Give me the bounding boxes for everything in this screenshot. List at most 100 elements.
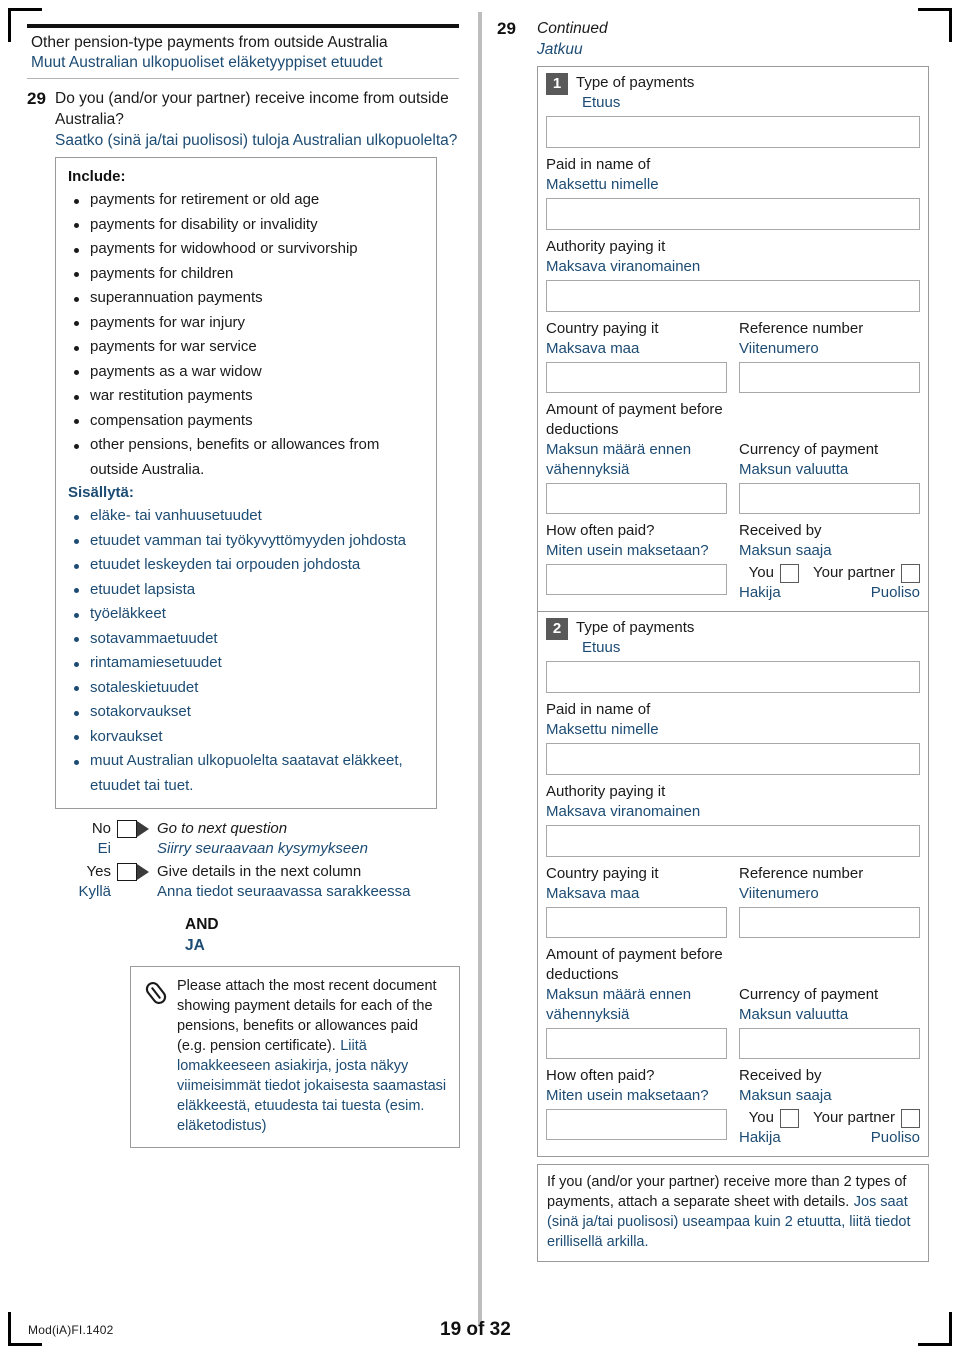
authority-paying-label-fi: Maksava viranomainen (546, 803, 701, 820)
your-partner-label-fi: Puoliso (870, 1129, 920, 1146)
paid-in-name-of-label-en: Paid in name of (546, 156, 651, 173)
list-item: sotakorvaukset (68, 700, 424, 725)
authority-paying-input-1[interactable] (546, 280, 920, 312)
you-label-en: You (748, 564, 774, 581)
left-column: Other pension-type payments from outside… (27, 24, 460, 1148)
received-by-label-fi: Maksun saaja (739, 1087, 832, 1104)
crop-mark-bottom-right (918, 1312, 952, 1346)
form-code: Mod(iA)FI.1402 (28, 1323, 114, 1337)
your-partner-checkbox-1[interactable] (901, 563, 920, 583)
include-title-fi: Sisällytä: (68, 484, 134, 501)
you-label-fi: Hakija (739, 584, 781, 601)
and-connector: AND JA (185, 914, 445, 956)
reference-number-label-en: Reference number (739, 865, 864, 882)
amount-label-en-line2: deductions (546, 966, 619, 983)
payment-block-2: 2 Type of payments Etuus Paid in name of… (537, 612, 929, 1157)
heading-rule-bottom (27, 78, 459, 79)
paid-in-name-of-label-fi: Maksettu nimelle (546, 721, 659, 738)
currency-label-en: Currency of payment (739, 441, 879, 458)
type-of-payments-input-2[interactable] (546, 661, 920, 693)
answer-action-no-en: Go to next question (157, 820, 288, 837)
type-of-payments-label-en: Type of payments (576, 619, 695, 636)
your-partner-label-fi: Puoliso (870, 584, 920, 601)
include-list-box: Include: payments for retirement or old … (55, 157, 437, 809)
list-item: other pensions, benefits or allowances f… (68, 433, 424, 482)
type-of-payments-label-fi: Etuus (582, 639, 621, 656)
your-partner-label-en: Your partner (812, 564, 895, 581)
section-heading-fi: Muut Australian ulkopuoliset eläketyyppi… (31, 54, 383, 71)
answer-label-yes-en: Yes (86, 863, 111, 880)
paid-in-name-of-input-2[interactable] (546, 743, 920, 775)
list-item: rintamamiesetuudet (68, 651, 424, 676)
continued-number: 29 (497, 19, 516, 38)
answer-options: No Ei Go to next question Siirry seuraav… (55, 819, 445, 956)
received-by-group-1: Received by Maksun saaja You Your partne… (739, 521, 920, 603)
block-number-badge: 2 (546, 618, 568, 640)
continued-label-fi: Jatkuu (537, 41, 583, 58)
authority-paying-input-2[interactable] (546, 825, 920, 857)
amount-label-fi-line1: Maksun määrä ennen (546, 986, 692, 1003)
how-often-input-2[interactable] (546, 1109, 727, 1140)
answer-label-no: No Ei (55, 819, 117, 859)
more-than-two-note: If you (and/or your partner) receive mor… (537, 1164, 929, 1262)
country-paying-input-1[interactable] (546, 362, 727, 393)
answer-action-yes-en: Give details in the next column (157, 863, 362, 880)
and-connector-en: AND (185, 916, 219, 933)
checkbox-square[interactable] (117, 820, 137, 838)
currency-input-2[interactable] (739, 1028, 920, 1059)
continued-header: 29 Continued Jatkuu (497, 18, 929, 60)
and-connector-fi: JA (185, 937, 205, 954)
form-page: Other pension-type payments from outside… (0, 0, 960, 1354)
list-item: payments for war service (68, 335, 424, 360)
attachment-note-en: Please attach the most recent document s… (177, 978, 437, 1054)
currency-input-1[interactable] (739, 483, 920, 514)
type-of-payments-label-en: Type of payments (576, 74, 695, 91)
continued-label-en: Continued (537, 20, 608, 37)
you-checkbox-2[interactable] (779, 1108, 799, 1128)
paid-in-name-of-input-1[interactable] (546, 198, 920, 230)
type-of-payments-input-1[interactable] (546, 116, 920, 148)
reference-number-label-fi: Viitenumero (739, 340, 819, 357)
amount-input-1[interactable] (546, 483, 727, 514)
received-by-label-en: Received by (739, 522, 822, 539)
checkbox-square[interactable] (117, 863, 137, 881)
reference-number-input-2[interactable] (739, 907, 920, 938)
you-checkbox-1[interactable] (779, 563, 799, 583)
how-often-label-en: How often paid? (546, 1067, 655, 1084)
received-by-group-2: Received by Maksun saaja You Your partne… (739, 1066, 920, 1148)
question-text-fi: Saatko (sinä ja/tai puolisosi) tuloja Au… (55, 132, 458, 149)
answer-action-yes: Give details in the next column Anna tie… (151, 862, 445, 902)
list-item: payments for retirement or old age (68, 188, 424, 213)
your-partner-checkbox-2[interactable] (901, 1108, 920, 1128)
list-item: työeläkkeet (68, 602, 424, 627)
currency-label-fi: Maksun valuutta (739, 1006, 849, 1023)
question-text-en-line2: Australia? (55, 111, 124, 128)
country-paying-input-2[interactable] (546, 907, 727, 938)
yes-checkbox[interactable] (117, 863, 151, 882)
country-paying-label-en: Country paying it (546, 865, 659, 882)
answer-action-no: Go to next question Siirry seuraavaan ky… (151, 819, 445, 859)
right-column: 29 Continued Jatkuu 1 Type of payments E… (497, 18, 929, 1262)
answer-action-yes-fi: Anna tiedot seuraavassa sarakkeessa (157, 883, 411, 900)
amount-input-2[interactable] (546, 1028, 727, 1059)
country-paying-label-fi: Maksava maa (546, 885, 640, 902)
paid-in-name-of-label-fi: Maksettu nimelle (546, 176, 659, 193)
list-item: compensation payments (68, 409, 424, 434)
list-item: payments for children (68, 262, 424, 287)
answer-action-no-fi: Siirry seuraavaan kysymykseen (157, 840, 368, 857)
list-item: superannuation payments (68, 286, 424, 311)
how-often-input-1[interactable] (546, 564, 727, 595)
authority-paying-label-fi: Maksava viranomainen (546, 258, 701, 275)
answer-option-yes[interactable]: Yes Kyllä Give details in the next colum… (55, 862, 445, 902)
you-label-en: You (748, 1109, 774, 1126)
list-item: payments as a war widow (68, 360, 424, 385)
you-label-fi: Hakija (739, 1129, 781, 1146)
amount-label-fi-line2: vähennyksiä (546, 1006, 630, 1023)
attachment-note-box: Please attach the most recent document s… (130, 966, 460, 1148)
answer-option-no[interactable]: No Ei Go to next question Siirry seuraav… (55, 819, 445, 859)
reference-number-input-1[interactable] (739, 362, 920, 393)
authority-paying-label-en: Authority paying it (546, 783, 666, 800)
list-item: payments for disability or invalidity (68, 213, 424, 238)
no-checkbox[interactable] (117, 820, 151, 839)
country-paying-label-en: Country paying it (546, 320, 659, 337)
